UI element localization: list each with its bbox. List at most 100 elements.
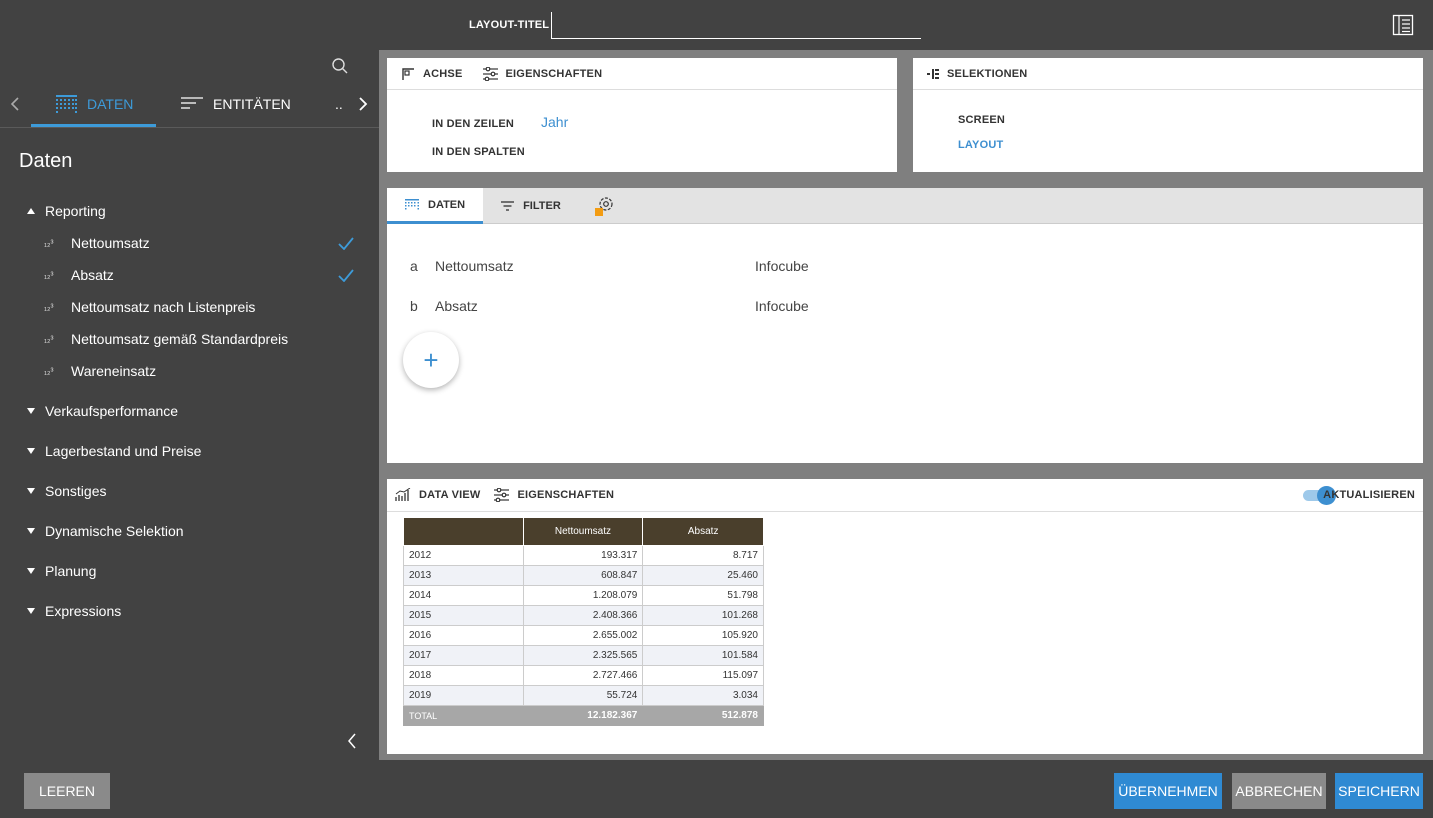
tree-group-sonstiges[interactable]: Sonstiges xyxy=(27,483,106,499)
table-cell: 55.724 xyxy=(522,685,644,706)
data-row-name[interactable]: Absatz xyxy=(435,298,478,314)
gear-warning-icon xyxy=(594,197,613,216)
plus-icon: + xyxy=(423,344,439,375)
tree-group-planung[interactable]: Planung xyxy=(27,563,96,579)
table-cell: 2018 xyxy=(403,665,524,686)
search-icon[interactable] xyxy=(331,57,349,80)
tab-label: DATA VIEW xyxy=(419,489,481,501)
table-row: 2017 2.325.565 101.584 xyxy=(403,645,764,666)
table-cell: 193.317 xyxy=(522,545,644,566)
cancel-button[interactable]: ABBRECHEN xyxy=(1232,773,1326,809)
sidebar-tab-daten[interactable]: DATEN xyxy=(56,65,133,143)
tab-label: FILTER xyxy=(523,200,561,212)
chevron-right-icon[interactable] xyxy=(358,96,368,117)
table-header: Nettoumsatz xyxy=(522,517,644,546)
table-cell: 2.727.466 xyxy=(522,665,644,686)
add-data-button[interactable]: + xyxy=(403,332,459,388)
refresh-label: AKTUALISIEREN xyxy=(1323,489,1415,501)
caret-down-icon xyxy=(27,568,35,574)
tree-item[interactable]: ₁₂³ Nettoumsatz xyxy=(44,235,354,251)
caret-up-icon xyxy=(27,208,35,214)
save-button[interactable]: SPEICHERN xyxy=(1335,773,1423,809)
selection-screen[interactable]: SCREEN xyxy=(958,114,1005,126)
table-cell: 2.655.002 xyxy=(522,625,644,646)
checkmark-icon xyxy=(338,236,354,250)
tree-group-dynamische-selektion[interactable]: Dynamische Selektion xyxy=(27,523,184,539)
table-cell: 2017 xyxy=(403,645,524,666)
table-row: 2013 608.847 25.460 xyxy=(403,565,764,586)
divider xyxy=(0,127,379,128)
table-total-row: TOTAL 12.182.367 512.878 xyxy=(403,705,764,726)
tab-achse[interactable]: ACHSE xyxy=(401,67,463,81)
selection-panel: SELEKTIONEN SCREEN LAYOUT xyxy=(913,58,1423,172)
layout-list-icon[interactable] xyxy=(1392,14,1414,36)
chart-icon xyxy=(395,488,411,501)
data-grid-icon xyxy=(56,95,77,113)
tree-group-label: Sonstiges xyxy=(45,483,107,499)
table-row: 2019 55.724 3.034 xyxy=(403,685,764,706)
table-cell: 2.408.366 xyxy=(522,605,644,626)
tree-item-label: Absatz xyxy=(71,267,114,283)
tab-eigenschaften[interactable]: EIGENSCHAFTEN xyxy=(482,66,603,81)
caret-down-icon xyxy=(27,448,35,454)
tree-group-label: Expressions xyxy=(45,603,122,619)
caret-down-icon xyxy=(27,408,35,414)
collapse-sidebar-icon[interactable] xyxy=(347,732,357,755)
tab-data-view[interactable]: DATA VIEW xyxy=(395,488,480,502)
table-cell: 105.920 xyxy=(642,625,764,646)
tab-settings[interactable] xyxy=(579,188,629,224)
table-header: Absatz xyxy=(642,517,764,546)
filter-icon xyxy=(501,201,515,211)
table-row: 2018 2.727.466 115.097 xyxy=(403,665,764,686)
sidebar-tab-more[interactable]: .. xyxy=(335,96,343,112)
tree-group-verkaufsperformance[interactable]: Verkaufsperformance xyxy=(27,403,178,419)
table-cell: 2015 xyxy=(403,605,524,626)
tree-item-label: Nettoumsatz nach Listenpreis xyxy=(71,299,256,315)
dataview-panel: DATA VIEW EIGENSCHAFTEN AKTUALISIEREN Ne… xyxy=(387,479,1423,754)
data-grid-icon xyxy=(405,198,419,209)
tree-item[interactable]: ₁₂³ Absatz xyxy=(44,267,354,283)
tree-item[interactable]: ₁₂³ Nettoumsatz gemäß Standardpreis xyxy=(44,331,354,347)
tab-label: EIGENSCHAFTEN xyxy=(505,67,603,80)
chevron-left-icon[interactable] xyxy=(10,96,20,117)
table-cell: 51.798 xyxy=(642,585,764,606)
sidebar-tab-entitaeten[interactable]: ENTITÄTEN xyxy=(181,65,291,143)
data-row-letter: a xyxy=(410,258,418,274)
selection-layout[interactable]: LAYOUT xyxy=(958,139,1003,151)
sidebar-tab-label: DATEN xyxy=(87,96,134,112)
table-cell: 101.584 xyxy=(642,645,764,666)
tree-group-label: Planung xyxy=(45,563,97,579)
tree-group-lagerbestand[interactable]: Lagerbestand und Preise xyxy=(27,443,201,459)
tab-daten[interactable]: DATEN xyxy=(387,188,484,224)
tree-group-expressions[interactable]: Expressions xyxy=(27,603,121,619)
numeric-icon: ₁₂³ xyxy=(44,238,54,248)
rows-value-jahr[interactable]: Jahr xyxy=(541,114,568,130)
table-cell: 101.268 xyxy=(642,605,764,626)
caret-down-icon xyxy=(27,608,35,614)
tree-item[interactable]: ₁₂³ Nettoumsatz nach Listenpreis xyxy=(44,299,354,315)
tree-group-label: Dynamische Selektion xyxy=(45,523,184,539)
data-row-name[interactable]: Nettoumsatz xyxy=(435,258,514,274)
clear-button[interactable]: LEEREN xyxy=(24,773,110,809)
layout-title-input[interactable] xyxy=(551,12,921,39)
tab-selektionen[interactable]: SELEKTIONEN xyxy=(927,68,1027,80)
tab-eigenschaften-view[interactable]: EIGENSCHAFTEN xyxy=(494,488,614,502)
table-cell: 2012 xyxy=(403,545,524,566)
table-cell: 25.460 xyxy=(642,565,764,586)
tree-group-reporting[interactable]: Reporting xyxy=(27,203,106,219)
table-cell: 2.325.565 xyxy=(522,645,644,666)
data-panel: DATEN FILTER a Nettoumsatz Infocube b Ab… xyxy=(387,188,1423,463)
tab-label: ACHSE xyxy=(423,67,463,80)
table-cell: 3.034 xyxy=(642,685,764,706)
caret-down-icon xyxy=(27,528,35,534)
sidebar-tab-label: ENTITÄTEN xyxy=(213,96,291,112)
table-row: 2012 193.317 8.717 xyxy=(403,545,764,566)
tree-group-label: Lagerbestand und Preise xyxy=(45,443,202,459)
list-lines-icon xyxy=(181,97,203,109)
tree-item[interactable]: ₁₂³ Wareneinsatz xyxy=(44,363,354,379)
apply-button[interactable]: ÜBERNEHMEN xyxy=(1114,773,1222,809)
tree-item-label: Nettoumsatz gemäß Standardpreis xyxy=(71,331,289,347)
table-cell: 8.717 xyxy=(642,545,764,566)
tree-group-label: Verkaufsperformance xyxy=(45,403,179,419)
tab-filter[interactable]: FILTER xyxy=(483,188,579,224)
